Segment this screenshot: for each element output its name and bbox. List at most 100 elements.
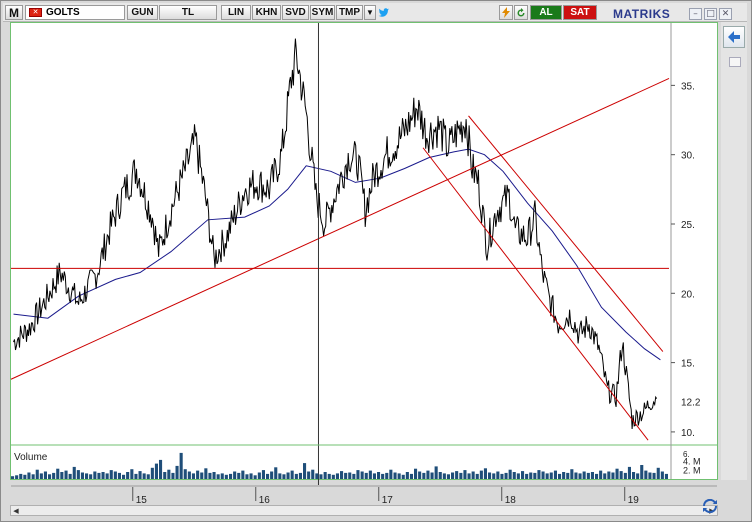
volume-bar xyxy=(97,472,101,479)
y-tick-label: 25. xyxy=(681,220,695,231)
volume-bar xyxy=(599,470,603,479)
volume-bar xyxy=(134,473,138,479)
volume-bar xyxy=(327,473,331,479)
volume-bar xyxy=(15,475,19,479)
volume-bar xyxy=(68,473,72,479)
volume-bar xyxy=(253,475,257,479)
volume-bar xyxy=(274,467,278,479)
volume-bar xyxy=(401,474,405,479)
volume-bar xyxy=(586,472,590,479)
volume-bar xyxy=(636,473,640,479)
volume-bar xyxy=(216,474,220,479)
volume-bar xyxy=(278,473,282,479)
volume-tick-label: 2. M xyxy=(683,466,701,476)
volume-bar xyxy=(233,471,237,479)
volume-bar xyxy=(266,473,270,479)
volume-bar xyxy=(422,472,426,479)
volume-bar xyxy=(19,473,23,479)
volume-bar xyxy=(352,473,356,479)
volume-bar xyxy=(11,476,15,479)
volume-bar xyxy=(483,468,487,479)
volume-bar xyxy=(603,473,607,479)
volume-bar xyxy=(171,472,175,479)
volume-bar xyxy=(286,472,290,479)
volume-bar xyxy=(122,474,126,479)
volume-bar xyxy=(298,472,302,479)
volume-bar xyxy=(72,466,76,479)
volume-bar xyxy=(146,474,150,479)
volume-bar xyxy=(364,472,368,479)
volume-bar xyxy=(315,473,319,479)
volume-bar xyxy=(105,473,109,479)
y-tick-label: 10. xyxy=(681,428,695,439)
volume-bar xyxy=(537,470,541,479)
volume-bar xyxy=(467,473,471,479)
volume-bar xyxy=(372,473,376,479)
x-tick-label: 15 xyxy=(136,495,148,506)
volume-bar xyxy=(130,469,134,479)
volume-bar xyxy=(632,472,636,479)
volume-bar xyxy=(340,471,344,479)
volume-bar xyxy=(323,472,327,479)
volume-bar xyxy=(154,463,158,479)
volume-bar xyxy=(640,465,644,479)
volume-bar xyxy=(335,473,339,479)
x-tick-label: 16 xyxy=(259,495,271,506)
x-tick-label: 18 xyxy=(505,495,517,506)
volume-bar xyxy=(660,471,664,479)
volume-bar xyxy=(463,470,467,479)
volume-bar xyxy=(220,473,224,479)
volume-bar xyxy=(500,473,504,479)
volume-top-tick: 6. xyxy=(683,450,690,459)
volume-bar xyxy=(562,472,566,479)
y-tick-label: 20. xyxy=(681,289,695,300)
volume-bar xyxy=(426,470,430,479)
volume-bar xyxy=(438,472,442,479)
y-tick-label: 30. xyxy=(681,151,695,162)
volume-bar xyxy=(303,463,307,479)
volume-bar xyxy=(360,471,364,479)
volume-bar xyxy=(368,470,372,479)
volume-bar xyxy=(488,472,492,479)
volume-bar xyxy=(257,472,261,479)
volume-bar xyxy=(442,473,446,479)
volume-bar xyxy=(64,470,68,479)
volume-bar xyxy=(570,469,574,479)
volume-bar xyxy=(595,473,599,479)
volume-bar xyxy=(385,472,389,479)
volume-bar xyxy=(126,472,130,479)
volume-bar xyxy=(23,474,27,479)
volume-bar xyxy=(150,467,154,479)
trendline xyxy=(468,115,664,352)
volume-bar xyxy=(508,469,512,479)
volume-bar xyxy=(237,472,241,479)
volume-bar xyxy=(261,470,265,479)
volume-bar xyxy=(348,472,352,479)
volume-bar xyxy=(229,473,233,479)
volume-bar xyxy=(512,472,516,479)
volume-bar xyxy=(60,472,64,479)
volume-bar xyxy=(191,473,195,479)
volume-bar xyxy=(446,474,450,479)
volume-bar xyxy=(521,471,525,479)
volume-bar xyxy=(241,470,245,479)
volume-bar xyxy=(377,472,381,479)
volume-bar xyxy=(93,471,97,479)
volume-bar xyxy=(545,473,549,479)
volume-bar xyxy=(344,472,348,479)
volume-bar xyxy=(282,474,286,479)
volume-bar xyxy=(76,470,80,479)
volume-bar xyxy=(48,474,52,479)
volume-bar xyxy=(200,472,204,479)
volume-bar xyxy=(455,471,459,479)
volume-bar xyxy=(270,471,274,479)
volume-bar xyxy=(430,472,434,479)
volume-bar xyxy=(418,471,422,479)
volume-bar xyxy=(331,474,335,479)
volume-bar xyxy=(212,472,216,479)
volume-bar xyxy=(611,472,615,479)
volume-bar xyxy=(159,459,163,479)
volume-bar xyxy=(204,468,208,479)
volume-bar xyxy=(85,473,89,479)
volume-bar xyxy=(656,467,660,479)
